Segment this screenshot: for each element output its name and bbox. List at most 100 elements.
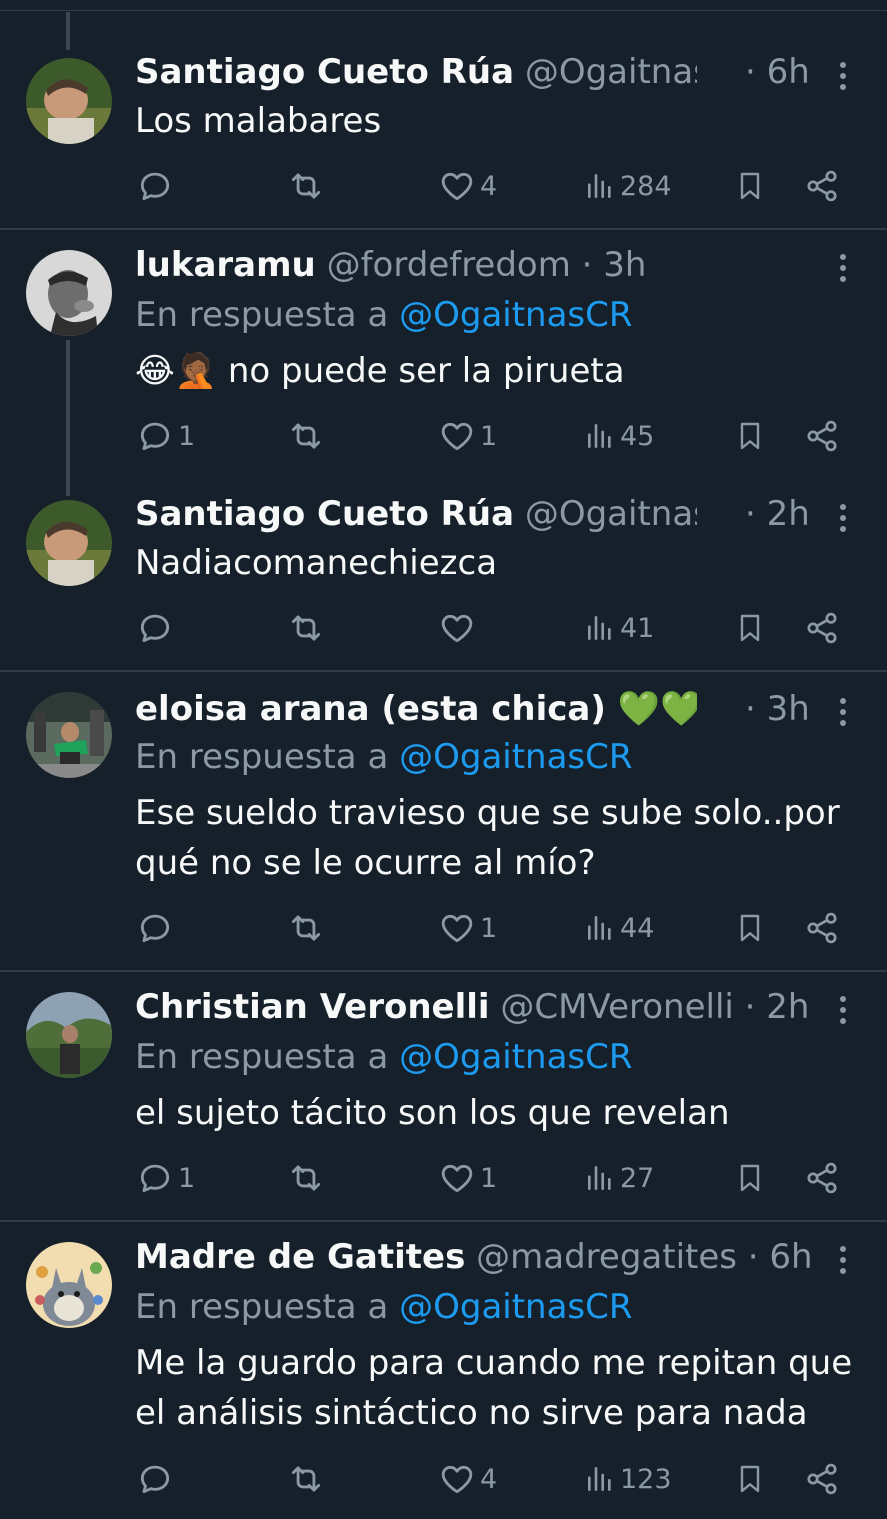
timestamp[interactable]: · 6h [748, 1237, 813, 1277]
reply-icon [140, 422, 170, 451]
views-icon [588, 1166, 611, 1190]
like-count: 4 [480, 170, 498, 202]
reply-label: En respuesta a [135, 737, 400, 777]
like-count: 4 [480, 1463, 498, 1495]
avatar[interactable] [26, 58, 112, 144]
share-button[interactable] [804, 414, 840, 458]
share-button[interactable] [804, 1156, 840, 1200]
reply-context: En respuesta a @OgaitnasCR [135, 735, 633, 779]
share-icon [807, 170, 837, 202]
retweet-button[interactable] [286, 414, 326, 458]
tweet-text: Nadiacomanechiezca [135, 543, 498, 583]
like-button[interactable] [438, 606, 480, 650]
share-button[interactable] [804, 606, 840, 650]
share-button[interactable] [804, 164, 840, 208]
reply-mention-link[interactable]: @OgaitnasCR [399, 295, 632, 335]
reply-button[interactable]: 1 [136, 414, 195, 458]
timestamp[interactable]: · 2h [745, 987, 810, 1027]
bookmark-button[interactable] [734, 906, 766, 950]
reply-button[interactable] [136, 606, 178, 650]
author-handle[interactable]: @fordefredom [327, 245, 571, 285]
author-name[interactable]: eloisa arana (esta chica) 💚💚 ... [135, 689, 697, 729]
retweet-button[interactable] [286, 1156, 326, 1200]
like-button[interactable]: 4 [438, 164, 497, 208]
reply-button[interactable] [136, 906, 178, 950]
tweet-item[interactable]: eloisa arana (esta chica) 💚💚 ... · 3h En… [0, 672, 887, 970]
author-handle[interactable]: @Ogaitnas... [525, 52, 697, 92]
retweet-icon [291, 423, 321, 449]
more-vertical-icon[interactable] [832, 1240, 856, 1280]
author-name[interactable]: Christian Veronelli [135, 987, 490, 1027]
retweet-button[interactable] [286, 906, 326, 950]
reply-button[interactable] [136, 164, 178, 208]
avatar[interactable] [26, 500, 112, 586]
tweet-item[interactable]: Santiago Cueto Rúa @Ogaitnas... · 2h Nad… [0, 480, 887, 670]
author-name[interactable]: Madre de Gatites [135, 1237, 465, 1277]
like-button[interactable]: 1 [438, 906, 497, 950]
avatar[interactable] [26, 992, 112, 1078]
retweet-icon [291, 915, 321, 941]
author-handle[interactable]: @CMVeronelli [500, 987, 733, 1027]
reply-context: En respuesta a @OgaitnasCR [135, 293, 633, 337]
tweet-item[interactable]: Santiago Cueto Rúa @Ogaitnas... · 6h Los… [0, 0, 887, 228]
bookmark-button[interactable] [734, 606, 766, 650]
reply-button[interactable]: 1 [136, 1156, 195, 1200]
author-name[interactable]: lukaramu [135, 245, 316, 285]
more-vertical-icon[interactable] [832, 498, 856, 538]
avatar[interactable] [26, 1242, 112, 1328]
views-button[interactable]: 27 [584, 1156, 654, 1200]
tweet-text: Los malabares [135, 101, 382, 141]
timestamp[interactable]: · 6h [745, 50, 810, 94]
more-vertical-icon[interactable] [832, 990, 856, 1030]
reply-mention-link[interactable]: @OgaitnasCR [399, 1287, 632, 1327]
more-vertical-icon[interactable] [832, 248, 856, 288]
bookmark-button[interactable] [734, 164, 766, 208]
share-icon [807, 1463, 837, 1495]
views-icon [588, 1467, 611, 1491]
bookmark-button[interactable] [734, 1156, 766, 1200]
views-icon [588, 916, 611, 940]
like-count: 1 [480, 912, 498, 944]
more-vertical-icon[interactable] [832, 56, 856, 96]
views-icon [588, 174, 611, 198]
share-button[interactable] [804, 906, 840, 950]
reply-button[interactable] [136, 1457, 178, 1501]
retweet-button[interactable] [286, 164, 326, 208]
author-handle[interactable]: @Ogaitnas... [525, 494, 697, 534]
more-vertical-icon[interactable] [832, 692, 856, 732]
avatar[interactable] [26, 250, 112, 336]
views-button[interactable]: 41 [584, 606, 654, 650]
like-button[interactable]: 1 [438, 414, 497, 458]
avatar[interactable] [26, 692, 112, 778]
tweet-text: Ese sueldo travieso que se sube solo..po… [135, 793, 840, 883]
like-button[interactable]: 1 [438, 1156, 497, 1200]
tweet-item[interactable]: lukaramu @fordefredom · 3h En respuesta … [0, 230, 887, 480]
tweet-item[interactable]: Christian Veronelli @CMVeronelli · 2h En… [0, 972, 887, 1220]
reply-context: En respuesta a @OgaitnasCR [135, 1035, 633, 1079]
views-button[interactable]: 45 [584, 414, 654, 458]
bookmark-icon [740, 172, 760, 200]
tweet-item[interactable]: Madre de Gatites @madregatites · 6h En r… [0, 1222, 887, 1519]
views-button[interactable]: 44 [584, 906, 654, 950]
heart-icon [441, 172, 473, 201]
bookmark-button[interactable] [734, 414, 766, 458]
timestamp[interactable]: · 3h [582, 245, 647, 285]
author-name[interactable]: Santiago Cueto Rúa [135, 52, 514, 92]
like-button[interactable]: 4 [438, 1457, 497, 1501]
views-button[interactable]: 123 [584, 1457, 672, 1501]
author-name[interactable]: Santiago Cueto Rúa [135, 494, 514, 534]
author-line: eloisa arana (esta chica) 💚💚 ... [135, 687, 697, 731]
retweet-button[interactable] [286, 606, 326, 650]
bookmark-button[interactable] [734, 1457, 766, 1501]
views-button[interactable]: 284 [584, 164, 672, 208]
reply-mention-link[interactable]: @OgaitnasCR [399, 737, 632, 777]
author-line: Santiago Cueto Rúa @Ogaitnas... [135, 492, 697, 536]
retweet-button[interactable] [286, 1457, 326, 1501]
timestamp[interactable]: · 2h [745, 492, 810, 536]
tweet-text: el sujeto tácito son los que revelan [135, 1093, 730, 1133]
share-button[interactable] [804, 1457, 840, 1501]
timestamp[interactable]: · 3h [745, 687, 810, 731]
reply-mention-link[interactable]: @OgaitnasCR [399, 1037, 632, 1077]
author-handle[interactable]: @madregatites [476, 1237, 737, 1277]
heart-icon [441, 1465, 473, 1494]
